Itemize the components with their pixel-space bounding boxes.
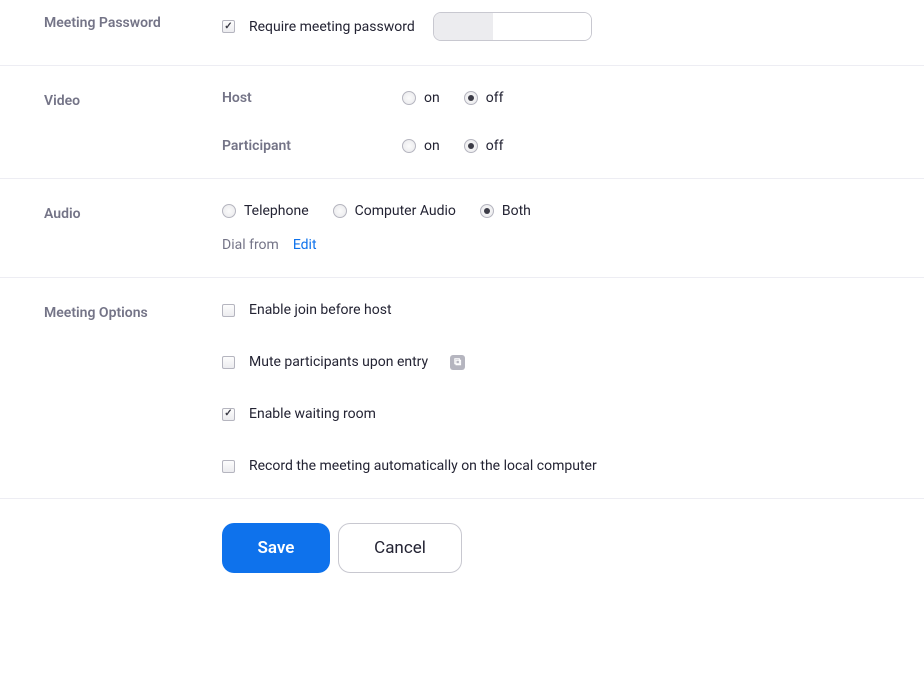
checkbox-box-icon (222, 408, 235, 421)
checkbox-record-local[interactable]: Record the meeting automatically on the … (222, 458, 924, 474)
button-row: Save Cancel (0, 499, 924, 597)
dial-from-row: Dial from Edit (222, 237, 924, 253)
radio-audio-both[interactable]: Both (480, 203, 531, 219)
info-icon[interactable]: ⧉ (450, 355, 465, 370)
radio-audio-computer[interactable]: Computer Audio (333, 203, 456, 219)
radio-host-on[interactable]: on (402, 90, 440, 106)
radio-icon (464, 139, 478, 153)
password-input[interactable] (433, 12, 592, 41)
checkbox-require-password[interactable]: Require meeting password (222, 19, 415, 35)
label-meeting-password: Meeting Password (0, 12, 222, 41)
checkbox-require-password-label: Require meeting password (249, 19, 415, 35)
checkbox-mute-on-entry[interactable]: Mute participants upon entry ⧉ (222, 354, 924, 370)
radio-group-participant-video: on off (402, 138, 503, 154)
section-video: Video Host on off Participant on (0, 66, 924, 179)
checkbox-box-icon (222, 20, 235, 33)
radio-group-audio: Telephone Computer Audio Both (222, 203, 924, 219)
radio-icon (333, 204, 347, 218)
radio-icon (402, 91, 416, 105)
radio-audio-telephone[interactable]: Telephone (222, 203, 309, 219)
label-video: Video (0, 90, 222, 154)
radio-icon (222, 204, 236, 218)
radio-icon (480, 204, 494, 218)
label-meeting-options: Meeting Options (0, 302, 222, 474)
radio-icon (464, 91, 478, 105)
dial-from-label: Dial from (222, 237, 279, 253)
radio-participant-off[interactable]: off (464, 138, 504, 154)
password-input-field (493, 13, 591, 40)
password-input-prefix (434, 13, 493, 40)
checkbox-box-icon (222, 356, 235, 369)
label-audio: Audio (0, 203, 222, 253)
cancel-button[interactable]: Cancel (338, 523, 462, 573)
checkbox-box-icon (222, 304, 235, 317)
radio-group-host-video: on off (402, 90, 503, 106)
checkbox-box-icon (222, 460, 235, 473)
section-audio: Audio Telephone Computer Audio Both Dial… (0, 179, 924, 278)
label-participant: Participant (222, 138, 402, 154)
checkbox-waiting-room[interactable]: Enable waiting room (222, 406, 924, 422)
radio-host-off[interactable]: off (464, 90, 504, 106)
save-button[interactable]: Save (222, 523, 330, 573)
section-meeting-options: Meeting Options Enable join before host … (0, 278, 924, 499)
checkbox-join-before-host[interactable]: Enable join before host (222, 302, 924, 318)
radio-participant-on[interactable]: on (402, 138, 440, 154)
radio-icon (402, 139, 416, 153)
edit-link[interactable]: Edit (293, 237, 317, 253)
section-meeting-password: Meeting Password Require meeting passwor… (0, 0, 924, 66)
label-host: Host (222, 90, 402, 106)
